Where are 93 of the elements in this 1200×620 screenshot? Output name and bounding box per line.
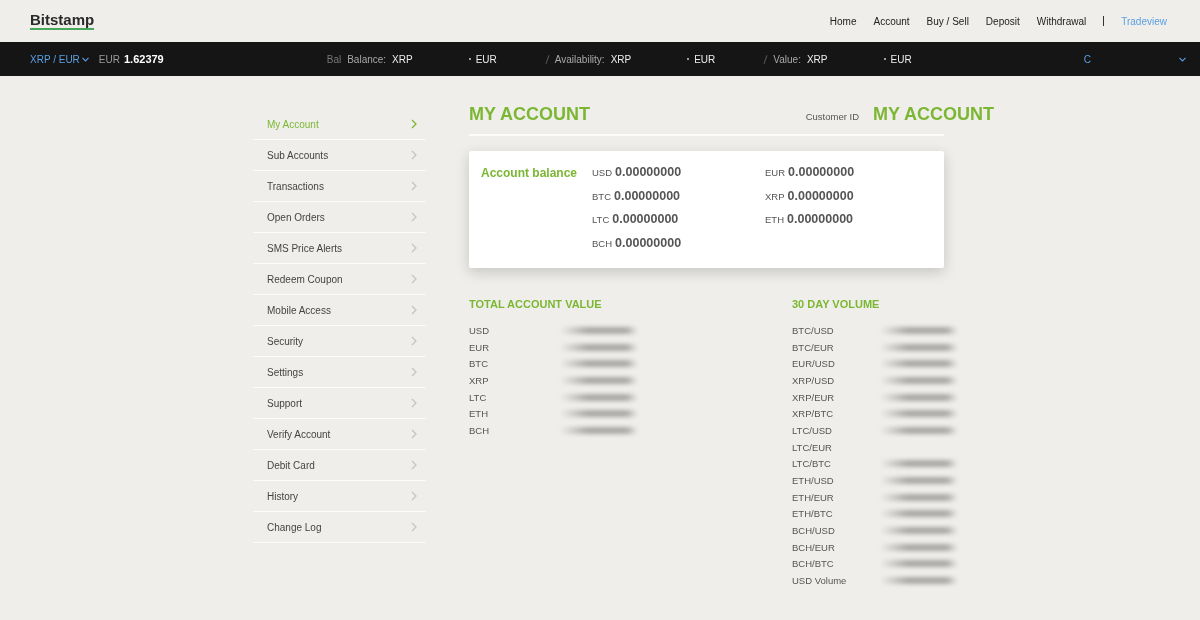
stat-label: Balance: xyxy=(347,53,387,65)
stat-label: Bal xyxy=(326,53,342,65)
chevron-right-icon xyxy=(411,429,417,439)
balance-amount: 0.00000000 xyxy=(612,212,679,226)
chevron-right-icon xyxy=(411,150,417,160)
balance-amount: 0.00000000 xyxy=(615,165,682,179)
currency-code: XRP xyxy=(610,53,632,65)
nav-link[interactable]: Account xyxy=(873,15,910,27)
sidebar-item[interactable]: SMS Price Alerts xyxy=(253,233,426,264)
chevron-right-icon xyxy=(411,274,417,284)
section-title: 30 DAY VOLUME xyxy=(792,298,881,311)
currency-code: LTC xyxy=(592,214,610,225)
chevron-right-icon xyxy=(411,460,417,470)
currency-label: LTC/USD xyxy=(792,424,832,436)
currency-label: EUR/USD xyxy=(792,358,835,370)
currency-label: BTC/EUR xyxy=(792,341,834,353)
currency-label: BCH/BTC xyxy=(792,558,834,570)
currency-label: USD Volume xyxy=(792,575,847,587)
sidebar-item[interactable]: Debit Card xyxy=(253,450,426,481)
currency-code: XRP xyxy=(392,53,413,65)
section-title: TOTAL ACCOUNT VALUE xyxy=(469,298,603,311)
currency-code: ETH xyxy=(765,214,784,225)
sidebar-item[interactable]: Transactions xyxy=(253,171,426,202)
currency-label: ETH/EUR xyxy=(792,491,834,503)
brand-logo[interactable]: Bitstamp xyxy=(30,12,95,30)
customer-id-label: Customer ID xyxy=(805,111,859,122)
currency-code: EUR xyxy=(890,53,912,65)
balance-amount: 0.00000000 xyxy=(787,188,854,203)
currency-label: XRP/BTC xyxy=(792,408,834,420)
customer-id: MY ACCOUNT xyxy=(873,103,994,125)
sidebar-item[interactable]: Settings xyxy=(253,357,426,388)
sidebar-item[interactable]: History xyxy=(253,481,426,512)
pair-selector[interactable]: XRP / EUR xyxy=(30,53,89,65)
currency-code: EUR xyxy=(694,53,716,65)
sidebar-item[interactable]: Support xyxy=(253,388,426,419)
sidebar-item[interactable]: Open Orders xyxy=(253,202,426,233)
sidebar-item[interactable]: Redeem Coupon xyxy=(253,264,426,295)
page-title: MY ACCOUNT xyxy=(469,103,590,125)
price-currency: EUR xyxy=(98,53,120,65)
chevron-right-icon xyxy=(411,119,417,129)
nav-link[interactable]: Home xyxy=(829,15,857,27)
sidebar-item[interactable]: Security xyxy=(253,326,426,357)
currency-code: EUR xyxy=(475,53,497,65)
currency-label: ETH/BTC xyxy=(792,508,833,520)
chevron-right-icon xyxy=(411,243,417,253)
currency-label: ETH xyxy=(469,408,488,420)
chevron-right-icon xyxy=(411,336,417,346)
nav-link[interactable]: Withdrawal xyxy=(1036,15,1087,27)
stat-label: Availability: xyxy=(554,53,605,65)
balance-amount: 0.00000000 xyxy=(615,235,682,250)
chevron-right-icon xyxy=(411,212,417,222)
currency-label: ETH/USD xyxy=(792,475,834,487)
chevron-right-icon xyxy=(411,367,417,377)
currency-label: XRP/EUR xyxy=(792,391,835,403)
currency-label: XRP xyxy=(469,374,489,386)
currency-code: USD xyxy=(592,167,613,178)
caret-down-icon xyxy=(81,56,89,62)
chevron-right-icon xyxy=(411,491,417,501)
currency-label: BCH/EUR xyxy=(792,541,835,553)
sidebar-item[interactable]: Change Log xyxy=(253,512,426,543)
currency-label: LTC/EUR xyxy=(792,441,832,453)
currency-code: EUR xyxy=(765,167,786,178)
ticker-link[interactable]: C xyxy=(1083,53,1091,65)
sidebar-item[interactable]: Mobile Access xyxy=(253,295,426,326)
chevron-right-icon xyxy=(411,398,417,408)
chevron-right-icon xyxy=(411,181,417,191)
chevron-right-icon xyxy=(411,522,417,532)
currency-label: BTC/USD xyxy=(792,324,834,336)
currency-label: EUR xyxy=(469,341,490,353)
card-title: Account balance xyxy=(481,165,579,182)
currency-label: BTC xyxy=(469,358,488,370)
nav-link[interactable]: Buy / Sell xyxy=(926,15,969,27)
caret-down-icon xyxy=(1179,56,1186,62)
balance-amount: 0.00000000 xyxy=(787,212,854,226)
currency-code: BTC xyxy=(592,190,611,202)
sidebar-item[interactable]: Verify Account xyxy=(253,419,426,450)
currency-label: LTC/BTC xyxy=(792,458,831,470)
currency-label: XRP/USD xyxy=(792,374,835,386)
balance-amount: 0.00000000 xyxy=(614,188,681,203)
sidebar-item[interactable]: Sub Accounts xyxy=(253,140,426,171)
nav-link[interactable]: Deposit xyxy=(985,15,1020,27)
price-value: 1.62379 xyxy=(123,53,164,65)
currency-label: BCH/USD xyxy=(792,525,835,537)
stat-label: Value: xyxy=(773,53,801,65)
balance-amount: 0.00000000 xyxy=(788,165,855,179)
chevron-right-icon xyxy=(411,305,417,315)
currency-code: XRP xyxy=(765,190,785,202)
currency-code: BCH xyxy=(592,237,613,249)
currency-label: USD xyxy=(469,324,490,336)
currency-label: BCH xyxy=(469,424,490,436)
currency-label: LTC xyxy=(469,391,487,403)
currency-code: XRP xyxy=(806,53,828,65)
expand-button[interactable] xyxy=(1179,56,1186,62)
